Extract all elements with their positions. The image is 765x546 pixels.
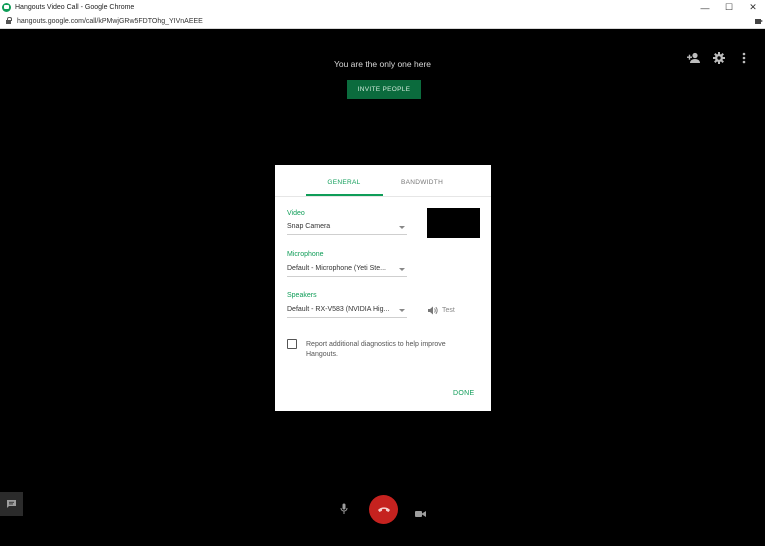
mic-icon[interactable] [340, 502, 348, 520]
call-status-text: You are the only one here [333, 59, 432, 69]
chat-button[interactable] [0, 492, 23, 516]
speakers-select[interactable]: Default - RX-V583 (NVIDIA Hig... [287, 304, 407, 318]
video-icon[interactable] [415, 505, 426, 523]
hangouts-app-icon [2, 3, 11, 12]
settings-dialog: GENERAL BANDWIDTH Video Snap Camera Micr… [275, 165, 491, 411]
video-label: Video [287, 210, 305, 217]
lock-icon [6, 16, 12, 25]
window-title: Hangouts Video Call - Google Chrome [15, 4, 135, 11]
camera-icon[interactable] [755, 19, 763, 24]
maximize-button[interactable]: ☐ [717, 0, 741, 15]
tab-general[interactable]: GENERAL [306, 179, 382, 186]
speakers-label: Speakers [287, 292, 317, 299]
hangup-icon [377, 507, 390, 512]
speaker-icon [428, 306, 438, 315]
test-speakers-button[interactable]: Test [428, 306, 455, 315]
active-tab-indicator [306, 194, 383, 196]
hangup-button[interactable] [369, 495, 398, 524]
close-window-button[interactable]: ✕ [741, 0, 765, 15]
done-button[interactable]: DONE [453, 390, 474, 397]
settings-tabs: GENERAL BANDWIDTH [275, 165, 491, 197]
window-controls: — ☐ ✕ [693, 0, 765, 15]
diagnostics-label: Report additional diagnostics to help im… [306, 341, 446, 358]
minimize-button[interactable]: — [693, 0, 717, 15]
microphone-select-value: Default - Microphone (Yeti Ste... [287, 265, 386, 272]
microphone-select[interactable]: Default - Microphone (Yeti Ste... [287, 263, 407, 277]
invite-people-button[interactable]: INVITE PEOPLE [347, 80, 421, 99]
microphone-label: Microphone [287, 251, 324, 258]
speakers-select-value: Default - RX-V583 (NVIDIA Hig... [287, 306, 390, 313]
chat-icon [7, 500, 16, 508]
video-select-value: Snap Camera [287, 223, 331, 230]
chevron-down-icon [399, 309, 405, 312]
test-label: Test [442, 307, 455, 314]
video-preview [427, 208, 480, 238]
window-titlebar: Hangouts Video Call - Google Chrome — ☐ … [0, 0, 765, 15]
tab-bandwidth[interactable]: BANDWIDTH [401, 179, 443, 186]
chevron-down-icon [399, 226, 405, 229]
video-select[interactable]: Snap Camera [287, 221, 407, 235]
url-text[interactable]: hangouts.google.com/call/kPMwjGRw5FDTOhg… [17, 18, 203, 25]
chevron-down-icon [399, 268, 405, 271]
address-bar: hangouts.google.com/call/kPMwjGRw5FDTOhg… [0, 15, 765, 29]
call-controls [334, 495, 436, 525]
diagnostics-checkbox[interactable] [287, 339, 297, 349]
